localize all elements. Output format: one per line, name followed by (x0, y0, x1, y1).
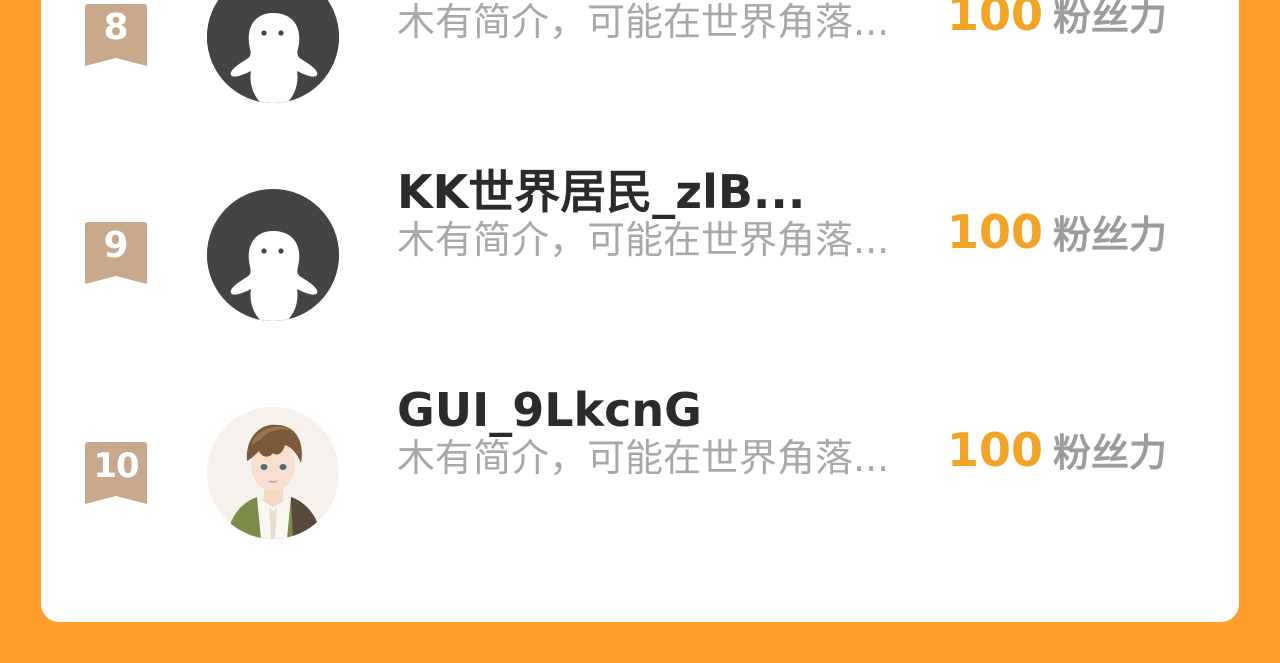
ranking-list-card: 8 tcfjks 木有简介，可能在世界角落... 100粉丝力 (41, 0, 1239, 622)
fans-power-label: 粉丝力 (1053, 0, 1168, 39)
user-bio: 木有简介，可能在世界角落... (397, 218, 890, 262)
user-name[interactable]: GUI_9LkcnG (397, 382, 702, 438)
anime-portrait-avatar (207, 407, 339, 539)
fans-power-value: 100 (947, 205, 1044, 259)
avatar[interactable] (207, 0, 339, 103)
default-avatar-icon (207, 189, 339, 321)
fans-power: 100 粉丝力 (947, 0, 1167, 55)
avatar[interactable] (207, 189, 339, 321)
default-avatar-icon (207, 0, 339, 103)
ranking-page: 8 tcfjks 木有简介，可能在世界角落... 100粉丝力 (0, 0, 1280, 663)
rank-ribbon-badge: 8 (85, 4, 147, 68)
rank-ribbon-badge: 10 (85, 442, 147, 506)
fans-power: 100 粉丝力 (947, 202, 1167, 273)
ranking-list-item[interactable]: 10 GUI_9LkcnG 木有简介，可能在世界角落... 100 粉丝力 (41, 374, 1239, 574)
user-bio: 木有简介，可能在世界角落... (397, 436, 890, 480)
rank-ribbon-badge: 9 (85, 222, 147, 286)
rank-number: 8 (103, 7, 129, 48)
user-name[interactable]: KK世界居民_zlB... (397, 164, 805, 220)
ranking-list-item[interactable]: 8 tcfjks 木有简介，可能在世界角落... 100粉丝力 (41, 0, 1239, 138)
fans-power-label: 粉丝力 (1053, 431, 1168, 475)
rank-number: 9 (103, 225, 129, 266)
ranking-list-item[interactable]: 9 KK世界居民_zlB... 木有简介，可能在世界角落... 100 粉丝力 (41, 156, 1239, 356)
user-bio: 木有简介，可能在世界角落... (397, 0, 890, 44)
fans-power: 100 粉丝力 (947, 420, 1167, 491)
fans-power-label: 粉丝力 (1053, 213, 1168, 257)
fans-power-value: 100 (947, 423, 1044, 477)
avatar[interactable] (207, 407, 339, 539)
rank-number: 10 (93, 446, 139, 486)
fans-power-value: 100 (947, 0, 1044, 41)
